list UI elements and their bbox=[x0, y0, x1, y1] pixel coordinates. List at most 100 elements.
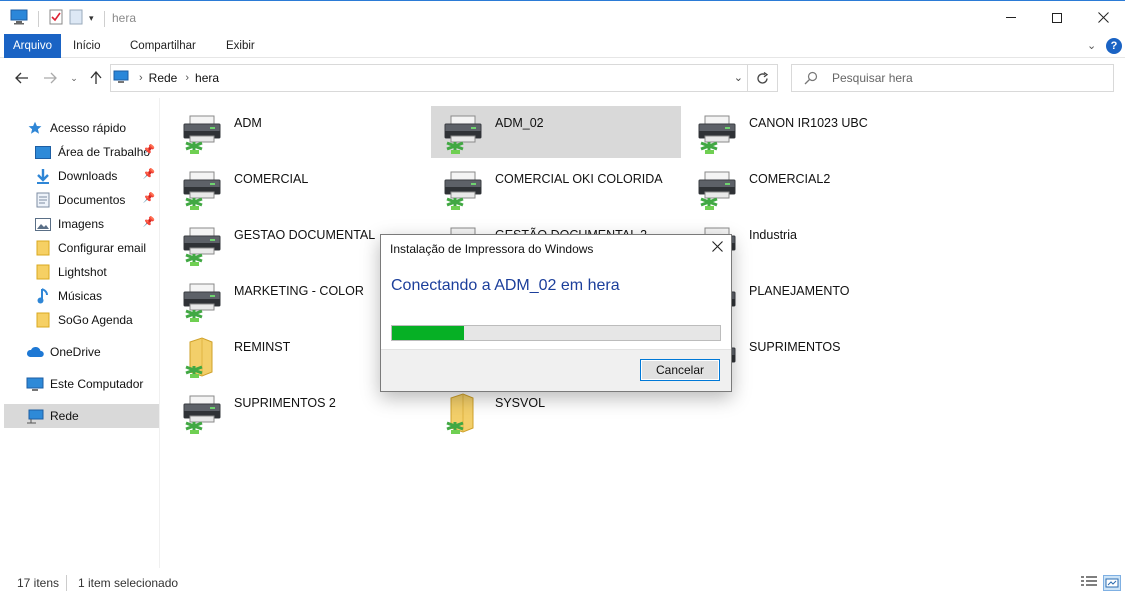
network-item[interactable]: ADM_02 bbox=[431, 106, 681, 158]
network-item-label: SUPRIMENTOS 2 bbox=[234, 396, 336, 410]
network-item[interactable]: SYSVOL bbox=[431, 386, 681, 438]
star-icon bbox=[26, 120, 44, 136]
maximize-button[interactable] bbox=[1034, 1, 1080, 34]
large-icons-view-button[interactable] bbox=[1103, 575, 1121, 591]
network-item-label: GESTAO DOCUMENTAL bbox=[234, 228, 376, 242]
refresh-icon bbox=[757, 71, 769, 84]
shared-printer-icon bbox=[441, 168, 487, 212]
sidebar-item-label: Acesso rápido bbox=[50, 121, 127, 135]
shared-printer-icon bbox=[180, 112, 226, 156]
shared-folder-icon bbox=[180, 336, 226, 380]
arrow-left-icon bbox=[15, 72, 28, 84]
network-item-label: SUPRIMENTOS bbox=[749, 340, 841, 354]
network-item-label: PLANEJAMENTO bbox=[749, 284, 850, 298]
properties-icon[interactable] bbox=[49, 9, 63, 28]
search-box[interactable] bbox=[791, 64, 1114, 92]
quick-access-toolbar: ▾ bbox=[10, 9, 109, 28]
pin-icon[interactable]: 📌 bbox=[143, 145, 155, 156]
search-input[interactable] bbox=[832, 69, 1102, 87]
sidebar-item-configurar-email[interactable]: Configurar email bbox=[4, 236, 159, 260]
network-item-label: MARKETING - COLOR bbox=[234, 284, 364, 298]
item-count: 17 itens bbox=[17, 576, 60, 590]
progress-fill bbox=[392, 326, 465, 340]
network-item[interactable]: COMERCIAL OKI COLORIDA bbox=[431, 162, 681, 214]
printer-install-dialog: Instalação de Impressora do Windows Cone… bbox=[380, 234, 732, 392]
toolbar-separator bbox=[38, 10, 39, 27]
sidebar-item-lightshot[interactable]: Lightshot bbox=[4, 260, 159, 284]
up-button[interactable] bbox=[86, 68, 106, 88]
network-item[interactable]: SUPRIMENTOS 2 bbox=[170, 386, 420, 438]
pin-icon[interactable]: 📌 bbox=[143, 217, 155, 228]
tab-share[interactable]: Compartilhar bbox=[121, 34, 205, 58]
progress-bar bbox=[391, 325, 721, 341]
download-icon bbox=[34, 168, 52, 184]
sidebar-item-label: Este Computador bbox=[50, 377, 144, 391]
address-dropdown-icon[interactable]: ⌄ bbox=[734, 71, 743, 84]
close-icon bbox=[712, 241, 723, 252]
network-item-label: SYSVOL bbox=[495, 396, 546, 410]
sidebar-item-musicas[interactable]: Músicas bbox=[4, 284, 159, 308]
window-title: hera bbox=[112, 11, 137, 25]
navigation-bar: ⌄ › Rede › hera ⌄ bbox=[0, 58, 1125, 98]
sidebar-item-this-pc[interactable]: Este Computador bbox=[4, 372, 159, 396]
back-button[interactable] bbox=[12, 68, 32, 88]
recent-locations-icon[interactable]: ⌄ bbox=[64, 68, 84, 88]
toolbar-separator bbox=[103, 10, 105, 27]
folder-icon bbox=[34, 264, 52, 280]
sidebar-item-network[interactable]: Rede bbox=[4, 404, 159, 428]
sidebar-item-label: Imagens bbox=[58, 217, 105, 231]
sidebar-item-onedrive[interactable]: OneDrive bbox=[4, 340, 159, 364]
tab-home[interactable]: Início bbox=[64, 34, 110, 58]
computer-icon[interactable] bbox=[10, 9, 28, 28]
network-icon bbox=[26, 408, 44, 424]
selection-count: 1 item selecionado bbox=[78, 576, 179, 590]
pin-icon[interactable]: 📌 bbox=[143, 193, 155, 204]
maximize-icon bbox=[1052, 12, 1062, 23]
dialog-close-button[interactable] bbox=[712, 239, 723, 257]
customize-toolbar-icon[interactable]: ▾ bbox=[89, 13, 94, 24]
dialog-heading: Conectando a ADM_02 em hera bbox=[391, 277, 620, 294]
navigation-pane: Acesso rápido Área de Trabalho 📌 Downloa… bbox=[0, 98, 160, 568]
pin-icon[interactable]: 📌 bbox=[143, 169, 155, 180]
refresh-button[interactable] bbox=[747, 65, 777, 91]
address-bar[interactable]: › Rede › hera ⌄ bbox=[110, 64, 778, 92]
new-folder-icon[interactable] bbox=[69, 9, 83, 28]
network-item[interactable]: ADM bbox=[170, 106, 420, 158]
details-view-icon bbox=[1081, 576, 1097, 586]
breadcrumb-separator: › bbox=[139, 72, 143, 84]
sidebar-item-downloads[interactable]: Downloads 📌 bbox=[4, 164, 159, 188]
cancel-button[interactable]: Cancelar bbox=[640, 359, 720, 381]
network-item-label: Industria bbox=[749, 228, 797, 242]
sidebar-item-label: Downloads bbox=[58, 169, 118, 183]
close-button[interactable] bbox=[1080, 1, 1125, 34]
ribbon-tabs: Arquivo Início Compartilhar Exibir ⌄ ? bbox=[0, 34, 1125, 58]
shared-printer-icon bbox=[695, 112, 741, 156]
shared-folder-icon bbox=[441, 392, 487, 436]
status-bar: 17 itens 1 item selecionado bbox=[0, 571, 1125, 595]
sidebar-item-label: Área de Trabalho bbox=[58, 145, 151, 159]
forward-button[interactable] bbox=[40, 68, 60, 88]
sidebar-item-label: Lightshot bbox=[58, 265, 107, 279]
tab-view[interactable]: Exibir bbox=[217, 34, 264, 58]
breadcrumb-hera[interactable]: hera bbox=[195, 71, 219, 85]
network-item-label: COMERCIAL bbox=[234, 172, 309, 186]
pictures-icon bbox=[34, 216, 52, 232]
sidebar-item-desktop[interactable]: Área de Trabalho 📌 bbox=[4, 140, 159, 164]
documents-icon bbox=[34, 192, 52, 208]
sidebar-item-quick-access[interactable]: Acesso rápido bbox=[4, 116, 159, 140]
title-bar: ▾ hera bbox=[0, 1, 1125, 34]
expand-ribbon-icon[interactable]: ⌄ bbox=[1087, 39, 1096, 52]
breadcrumb-rede[interactable]: Rede bbox=[149, 71, 178, 85]
shared-printer-icon bbox=[441, 112, 487, 156]
sidebar-item-sogo-agenda[interactable]: SoGo Agenda bbox=[4, 308, 159, 332]
network-item[interactable]: COMERCIAL bbox=[170, 162, 420, 214]
help-icon[interactable]: ? bbox=[1106, 38, 1122, 54]
minimize-button[interactable] bbox=[988, 1, 1034, 34]
details-view-button[interactable] bbox=[1080, 575, 1098, 591]
search-icon bbox=[804, 71, 818, 88]
sidebar-item-documents[interactable]: Documentos 📌 bbox=[4, 188, 159, 212]
sidebar-item-pictures[interactable]: Imagens 📌 bbox=[4, 212, 159, 236]
network-item[interactable]: COMERCIAL2 bbox=[685, 162, 935, 214]
tab-file[interactable]: Arquivo bbox=[4, 34, 61, 58]
network-item[interactable]: CANON IR1023 UBC bbox=[685, 106, 935, 158]
